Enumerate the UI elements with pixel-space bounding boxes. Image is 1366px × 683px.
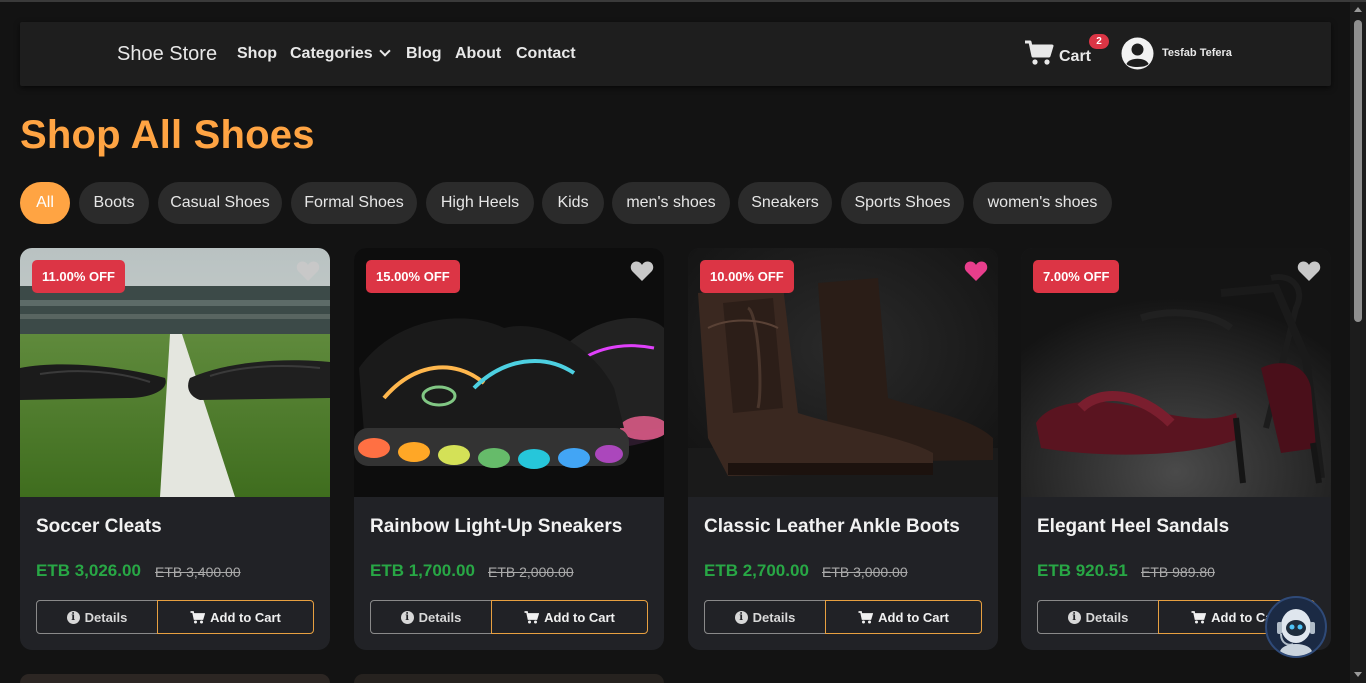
add-to-cart-label: Add to Cart (210, 609, 281, 625)
add-to-cart-button[interactable]: Add to Cart (491, 600, 648, 634)
product-price: ETB 920.51 (1037, 561, 1128, 580)
product-old-price: ETB 3,400.00 (155, 564, 241, 580)
filter-womens-shoes[interactable]: women's shoes (973, 182, 1112, 224)
cart-icon (858, 610, 874, 623)
page-title: Shop All Shoes (20, 113, 315, 157)
navbar: Shoe Store Shop Categories Blog About Co… (20, 22, 1331, 86)
add-to-cart-button[interactable]: Add to Cart (825, 600, 982, 634)
details-label: Details (1085, 609, 1129, 625)
cart-icon (1191, 610, 1207, 623)
heart-icon[interactable] (296, 260, 320, 282)
scrollbar-thumb[interactable] (1354, 20, 1362, 322)
details-button[interactable]: i Details (704, 600, 826, 634)
info-icon: i (734, 610, 748, 624)
details-button[interactable]: i Details (370, 600, 492, 634)
discount-badge: 7.00% OFF (1033, 260, 1120, 293)
info-icon: i (66, 610, 80, 624)
scroll-down-arrow-icon[interactable] (1354, 672, 1362, 677)
product-card-peek[interactable] (354, 674, 664, 683)
filter-mens-shoes[interactable]: men's shoes (612, 182, 730, 224)
product-old-price: ETB 2,000.00 (488, 564, 574, 580)
brand-logo[interactable]: Shoe Store (117, 43, 217, 66)
add-to-cart-label: Add to Cart (878, 609, 949, 625)
details-button[interactable]: i Details (1037, 600, 1159, 634)
heart-icon[interactable] (964, 260, 988, 282)
nav-link-blog[interactable]: Blog (406, 45, 442, 63)
nav-link-categories-label: Categories (290, 45, 373, 62)
filter-sneakers[interactable]: Sneakers (738, 182, 832, 224)
product-price: ETB 2,700.00 (704, 561, 809, 580)
add-to-cart-button[interactable]: Add to Cart (157, 600, 314, 634)
details-button[interactable]: i Details (36, 600, 158, 634)
user-circle-icon[interactable] (1121, 37, 1154, 70)
window-top-border (0, 0, 1366, 2)
discount-badge: 10.00% OFF (700, 260, 794, 293)
filter-all[interactable]: All (20, 182, 70, 224)
heart-icon[interactable] (630, 260, 654, 282)
card-actions: i Details Add to Cart (704, 600, 982, 634)
product-card[interactable]: 10.00% OFF Classic Leather Ankle Boots E… (688, 248, 998, 650)
cart-icon (1025, 40, 1054, 65)
card-actions: i Details Add to Cart (370, 600, 648, 634)
robot-assistant-icon (1277, 609, 1315, 656)
nav-link-about[interactable]: About (455, 45, 501, 63)
discount-badge: 15.00% OFF (366, 260, 460, 293)
product-title[interactable]: Soccer Cleats (36, 516, 162, 538)
card-actions: i Details Add to Cart (36, 600, 314, 634)
info-icon: i (400, 610, 414, 624)
product-title[interactable]: Classic Leather Ankle Boots (704, 516, 960, 538)
chat-assistant-button[interactable] (1265, 596, 1327, 658)
filter-casual-shoes[interactable]: Casual Shoes (158, 182, 282, 224)
product-card[interactable]: 11.00% OFF Soccer Cleats ETB 3,026.00 ET… (20, 248, 330, 650)
scroll-up-arrow-icon[interactable] (1354, 7, 1362, 12)
product-card[interactable]: 15.00% OFF Rainbow Light-Up Sneakers ETB… (354, 248, 664, 650)
filter-sports-shoes[interactable]: Sports Shoes (841, 182, 964, 224)
filter-formal-shoes[interactable]: Formal Shoes (291, 182, 417, 224)
nav-link-contact[interactable]: Contact (516, 45, 576, 63)
product-price: ETB 3,026.00 (36, 561, 141, 580)
nav-dropdown-categories[interactable]: Categories (290, 45, 391, 63)
heart-icon[interactable] (1297, 260, 1321, 282)
product-card-peek[interactable] (20, 674, 330, 683)
details-label: Details (752, 609, 796, 625)
product-price: ETB 1,700.00 (370, 561, 475, 580)
product-card[interactable]: 7.00% OFF Elegant Heel Sandals ETB 920.5… (1021, 248, 1331, 650)
product-title[interactable]: Elegant Heel Sandals (1037, 516, 1229, 538)
cart-icon (524, 610, 540, 623)
details-label: Details (84, 609, 128, 625)
filter-high-heels[interactable]: High Heels (426, 182, 534, 224)
chevron-down-icon (379, 45, 391, 57)
add-to-cart-label: Add to Cart (544, 609, 615, 625)
user-name[interactable]: Tesfab Tefera (1162, 47, 1232, 59)
filter-kids[interactable]: Kids (542, 182, 604, 224)
product-old-price: ETB 3,000.00 (822, 564, 908, 580)
discount-badge: 11.00% OFF (32, 260, 125, 293)
filter-boots[interactable]: Boots (79, 182, 149, 224)
vertical-scrollbar[interactable] (1350, 2, 1366, 683)
product-old-price: ETB 989.80 (1141, 564, 1215, 580)
cart-label: Cart (1059, 48, 1092, 65)
info-icon: i (1067, 610, 1081, 624)
details-label: Details (418, 609, 462, 625)
product-title[interactable]: Rainbow Light-Up Sneakers (370, 516, 622, 538)
nav-link-shop[interactable]: Shop (237, 45, 277, 63)
cart-icon (190, 610, 206, 623)
cart-count-badge: 2 (1089, 34, 1109, 49)
